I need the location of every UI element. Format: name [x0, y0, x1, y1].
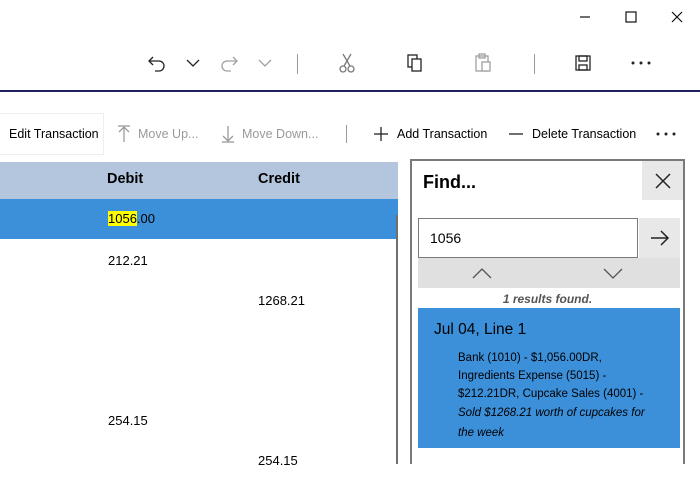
- copy-button[interactable]: [400, 48, 430, 78]
- undo-button[interactable]: [142, 48, 172, 78]
- edit-transaction-label: Edit Transaction: [9, 127, 99, 141]
- column-header-credit[interactable]: Credit: [258, 171, 300, 187]
- move-down-label: Move Down...: [242, 127, 319, 141]
- credit-cell: 254.15: [258, 453, 298, 468]
- undo-icon: [148, 56, 165, 72]
- redo-icon: [221, 56, 238, 72]
- result-title: Jul 04, Line 1: [434, 321, 527, 338]
- copy-icon: [407, 54, 422, 72]
- result-count: 1 results found.: [502, 292, 593, 306]
- table-row[interactable]: 254.15: [0, 399, 398, 439]
- command-divider: [346, 125, 347, 143]
- chevron-down-icon: [258, 59, 272, 67]
- next-result-button[interactable]: [593, 262, 633, 284]
- close-icon: [654, 172, 671, 189]
- find-navigation-bar: [418, 258, 680, 288]
- grid-scrollbar[interactable]: [396, 215, 398, 464]
- find-panel: Find... 1 results found. Jul 04, Line 1 …: [410, 159, 685, 464]
- grid-header: Debit Credit: [0, 162, 398, 199]
- command-bar: Edit Transaction Move Up... Move Down...…: [0, 114, 700, 154]
- cut-icon: [339, 53, 355, 73]
- credit-cell: 1268.21: [258, 293, 305, 308]
- result-accounts: Bank (1010) - $1,056.00DR, Ingredients E…: [458, 352, 644, 400]
- table-row[interactable]: 1056.00: [0, 199, 398, 239]
- table-row[interactable]: 1268.21: [0, 279, 398, 319]
- arrow-up-icon: [118, 125, 130, 142]
- table-row[interactable]: 212.21: [0, 239, 398, 279]
- delete-transaction-button[interactable]: Delete Transaction: [508, 114, 636, 154]
- cut-button[interactable]: [332, 48, 362, 78]
- redo-button[interactable]: [214, 48, 244, 78]
- toolbar-divider: [297, 54, 298, 74]
- close-icon: [671, 11, 683, 23]
- search-highlight: 1056: [108, 211, 137, 226]
- minus-icon: [509, 133, 523, 135]
- minimize-button[interactable]: [562, 0, 608, 34]
- transactions-grid: Debit Credit 1056.00 212.21 1268.21 254.…: [0, 162, 398, 468]
- toolbar-divider: [534, 54, 535, 74]
- undo-dropdown-button[interactable]: [178, 48, 208, 78]
- command-more-button[interactable]: [655, 114, 685, 154]
- more-options-button[interactable]: [626, 48, 656, 78]
- more-icon: [656, 132, 676, 136]
- toolbar-divider-line: [0, 90, 700, 92]
- find-go-button[interactable]: [639, 218, 680, 258]
- minimize-icon: [580, 16, 590, 18]
- chevron-down-icon: [186, 59, 200, 67]
- move-down-button[interactable]: Move Down...: [222, 114, 318, 154]
- find-input-wrapper: [418, 218, 638, 258]
- arrow-down-icon: [222, 126, 234, 143]
- paste-button[interactable]: [468, 48, 498, 78]
- find-close-button[interactable]: [642, 161, 683, 200]
- more-icon: [631, 61, 651, 65]
- previous-result-button[interactable]: [462, 262, 502, 284]
- toolbar: [0, 34, 700, 91]
- table-row[interactable]: 254.15: [0, 439, 398, 479]
- add-transaction-button[interactable]: Add Transaction: [373, 114, 487, 154]
- debit-cell: 254.15: [108, 413, 148, 428]
- paste-icon: [475, 53, 491, 72]
- search-result-item[interactable]: Jul 04, Line 1 Bank (1010) - $1,056.00DR…: [418, 308, 680, 448]
- move-up-button[interactable]: Move Up...: [118, 114, 198, 154]
- arrow-right-icon: [650, 230, 669, 246]
- maximize-button[interactable]: [608, 0, 654, 34]
- debit-cell-rest: .00: [136, 211, 155, 226]
- debit-cell: 212.21: [108, 253, 148, 268]
- column-header-debit[interactable]: Debit: [107, 171, 143, 187]
- find-search-input[interactable]: [419, 219, 637, 257]
- result-description: Sold $1268.21 worth of cupcakes for the …: [458, 407, 645, 439]
- edit-transaction-button[interactable]: Edit Transaction: [0, 114, 103, 154]
- redo-dropdown-button[interactable]: [250, 48, 280, 78]
- plus-icon: [374, 127, 388, 141]
- chevron-down-icon: [603, 268, 623, 279]
- find-title: Find...: [423, 172, 476, 192]
- chevron-up-icon: [472, 267, 492, 278]
- close-window-button[interactable]: [654, 0, 700, 34]
- title-bar: [0, 0, 700, 34]
- add-transaction-label: Add Transaction: [397, 127, 488, 141]
- table-row[interactable]: [0, 319, 398, 359]
- save-button[interactable]: [568, 48, 598, 78]
- move-up-label: Move Up...: [138, 127, 199, 141]
- debit-cell: 1056.00: [108, 211, 155, 226]
- save-icon: [575, 55, 591, 71]
- maximize-icon: [625, 11, 637, 23]
- delete-transaction-label: Delete Transaction: [532, 127, 637, 141]
